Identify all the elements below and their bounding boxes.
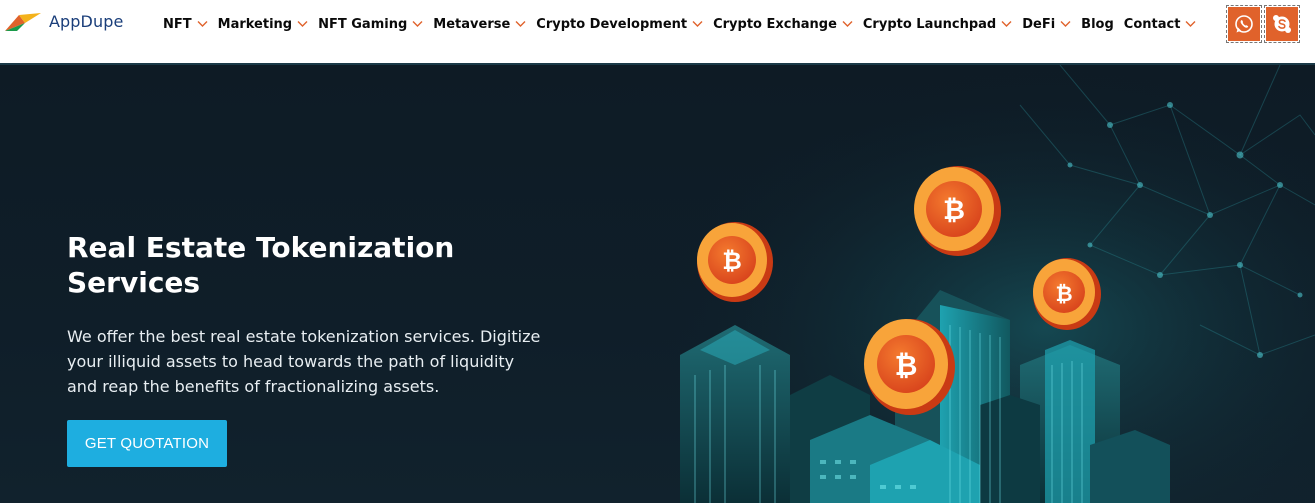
chevron-down-icon [197,20,208,28]
nav-item-marketing[interactable]: Marketing [218,17,308,32]
nav-item-nft[interactable]: NFT [163,17,208,32]
nav-item-label: Marketing [217,16,293,32]
nav-item-crypto-development[interactable]: Crypto Development [536,17,703,32]
nav-item-defi[interactable]: DeFi [1022,17,1071,32]
skype-icon [1266,7,1298,41]
brand-name: AppDupe [49,11,124,31]
nav-item-label: DeFi [1022,16,1056,32]
whatsapp-icon [1228,7,1260,41]
chevron-down-icon [692,20,703,28]
svg-text:₿: ₿ [1055,282,1072,306]
chevron-down-icon [1060,20,1071,28]
get-quotation-button[interactable]: GET QUOTATION [67,420,227,467]
nav-item-label: NFT Gaming [318,16,408,32]
nav-item-nft-gaming[interactable]: NFT Gaming [318,17,423,32]
chevron-down-icon [297,20,308,28]
crypto-city-illustration: ₿ ₿ ₿ ₿ [640,65,1315,503]
nav-item-blog[interactable]: Blog [1081,17,1114,32]
chevron-down-icon [1001,20,1012,28]
nav-item-label: NFT [163,16,192,32]
bitcoin-coin-icon: ₿ [1033,258,1101,330]
skype-button[interactable] [1264,5,1300,43]
main-nav: NFT Marketing NFT Gaming Metaverse Crypt… [163,14,1206,34]
chevron-down-icon [1185,20,1196,28]
nav-item-label: Blog [1081,16,1114,32]
hero-section: Real Estate Tokenization Services We off… [0,65,1315,503]
nav-item-label: Crypto Development [536,16,688,32]
nav-item-label: Crypto Exchange [713,16,837,32]
chevron-down-icon [515,20,526,28]
svg-text:₿: ₿ [943,195,965,226]
brand-logo[interactable]: AppDupe [3,8,123,38]
nav-item-crypto-exchange[interactable]: Crypto Exchange [713,17,853,32]
appdupe-logo-icon [3,9,43,37]
nav-item-contact[interactable]: Contact [1124,17,1197,32]
nav-item-crypto-launchpad[interactable]: Crypto Launchpad [863,17,1012,32]
svg-text:₿: ₿ [722,247,742,275]
chevron-down-icon [412,20,423,28]
chevron-down-icon [842,20,853,28]
whatsapp-button[interactable] [1226,5,1262,43]
nav-item-label: Contact [1123,16,1181,32]
nav-item-label: Crypto Launchpad [862,16,997,32]
nav-item-label: Metaverse [433,16,511,32]
nav-item-metaverse[interactable]: Metaverse [433,17,526,32]
svg-text:₿: ₿ [895,349,918,382]
bitcoin-coin-icon: ₿ [697,222,773,302]
hero-description: We offer the best real estate tokenizati… [67,327,541,396]
hero-title: Real Estate Tokenization Services [67,231,455,299]
top-navbar: AppDupe NFT Marketing NFT Gaming Metaver… [0,0,1315,65]
